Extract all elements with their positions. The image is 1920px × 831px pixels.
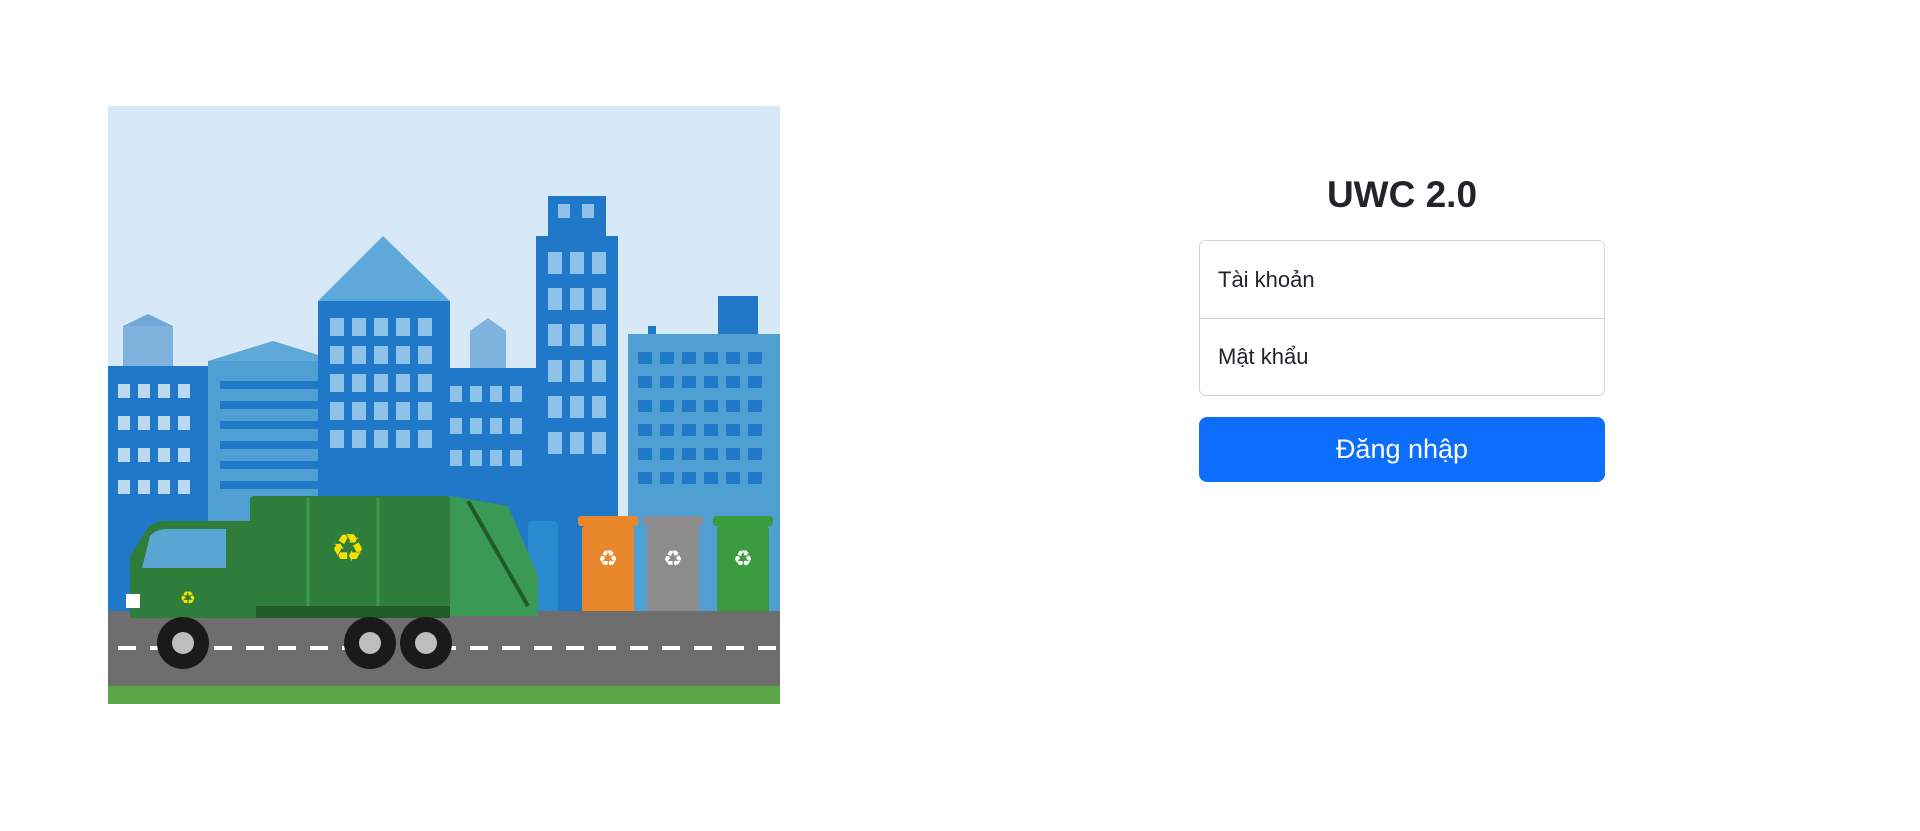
svg-text:♻: ♻ xyxy=(663,547,683,572)
svg-text:♻: ♻ xyxy=(180,588,196,609)
login-page: ♻ ♻ ♻ ♻ ♻ UWC 2.0 Tài khoản Đăng nhập xyxy=(0,0,1920,831)
svg-text:♻: ♻ xyxy=(733,547,753,572)
svg-text:♻: ♻ xyxy=(331,526,365,570)
username-field[interactable] xyxy=(1200,241,1604,318)
password-field[interactable] xyxy=(1200,318,1604,395)
svg-text:♻: ♻ xyxy=(598,547,618,572)
app-title: UWC 2.0 xyxy=(1326,174,1478,215)
login-form: UWC 2.0 Đăng nhập xyxy=(1199,170,1605,482)
login-button[interactable]: Đăng nhập xyxy=(1199,417,1605,482)
garbage-truck-city-illustration: ♻ ♻ ♻ ♻ ♻ xyxy=(108,106,780,704)
credentials-group xyxy=(1199,240,1605,396)
